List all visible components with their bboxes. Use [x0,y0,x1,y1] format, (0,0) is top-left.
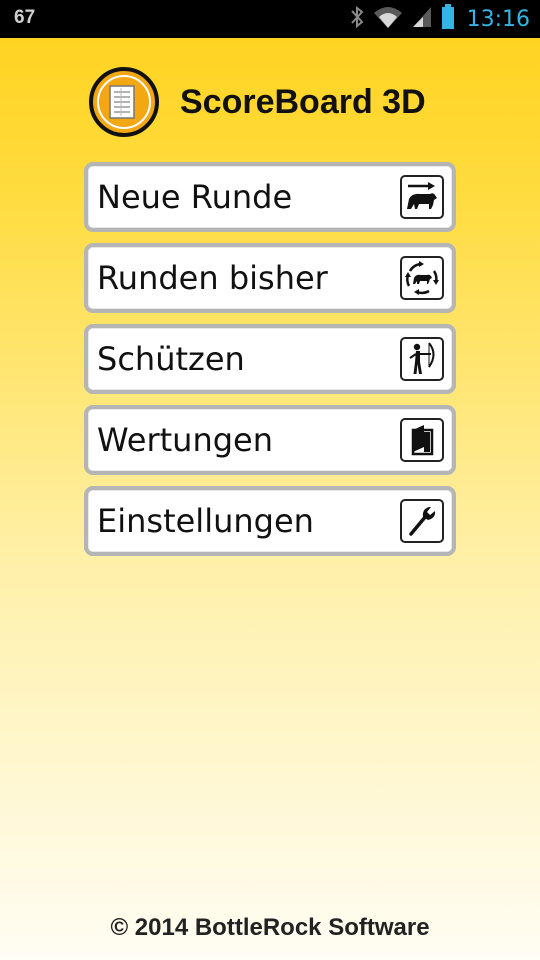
book-icon [400,418,444,462]
copyright-footer: © 2014 BottleRock Software [110,914,430,941]
scorings-button[interactable]: Wertungen [84,405,456,475]
status-bar: 67 13:16 [0,0,540,38]
archers-label: Schützen [97,340,245,378]
wrench-icon [400,499,444,543]
app-logo [88,66,160,138]
archers-button[interactable]: Schützen [84,324,456,394]
previous-rounds-label: Runden bisher [97,259,328,297]
status-icons: 13:16 [349,4,530,34]
new-round-label: Neue Runde [97,178,293,216]
wifi-icon [373,5,403,33]
bear-arrow-icon [400,175,444,219]
bluetooth-icon [349,5,365,33]
settings-button[interactable]: Einstellungen [84,486,456,556]
previous-rounds-button[interactable]: Runden bisher [84,243,456,313]
main-menu: Neue Runde Runden bisher Schützen Wertun… [84,162,456,567]
app-title: ScoreBoard 3D [180,82,426,121]
notification-count: 67 [14,7,36,28]
signal-icon [411,5,433,33]
new-round-button[interactable]: Neue Runde [84,162,456,232]
bear-cycle-icon [400,256,444,300]
status-time: 13:16 [466,6,530,32]
settings-label: Einstellungen [97,502,314,540]
archer-icon [400,337,444,381]
scorings-label: Wertungen [97,421,273,459]
app-header: ScoreBoard 3D [88,66,426,138]
battery-icon [441,4,455,34]
